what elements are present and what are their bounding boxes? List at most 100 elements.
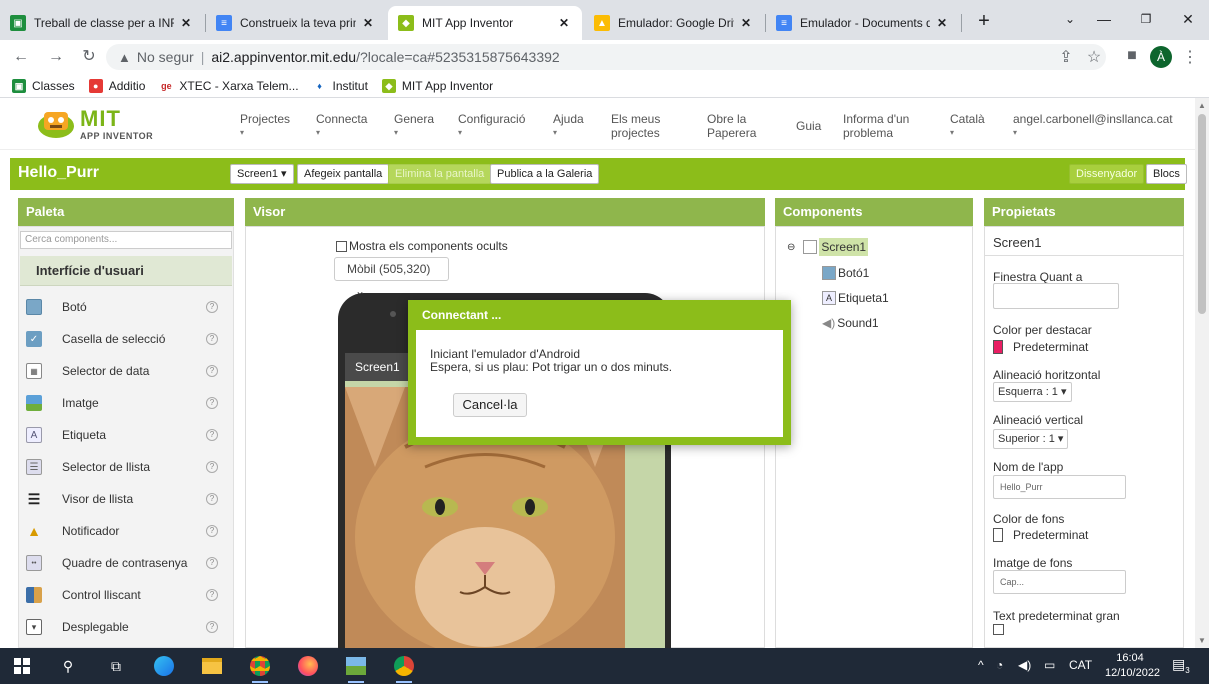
minimize-icon[interactable]: — [1084, 6, 1124, 32]
close-window-icon[interactable]: ✕ [1168, 6, 1208, 32]
profile-avatar[interactable]: À [1150, 46, 1172, 68]
menu-catala[interactable]: Català ▾ [950, 112, 985, 140]
designer-button[interactable]: Dissenyador [1069, 164, 1145, 184]
palette-category-user-interface[interactable]: Interfície d'usuari [20, 256, 232, 286]
clock[interactable]: 16:04 12/10/2022 [1105, 651, 1160, 681]
warning-icon[interactable]: ▲ [118, 50, 131, 65]
file-explorer-icon[interactable] [200, 654, 224, 678]
help-icon[interactable]: ? [206, 621, 218, 633]
publish-gallery-button[interactable]: Publica a la Galeria [490, 164, 600, 184]
background-image-picker[interactable]: Cap... [993, 570, 1126, 594]
palette-item-spinner[interactable]: ▾ Desplegable ? [20, 611, 232, 643]
palette-item-notifier[interactable]: ▲ Notificador ? [20, 515, 232, 547]
menu-user-account[interactable]: angel.carbonell@insllanca.cat ▾ [1013, 112, 1173, 140]
align-horizontal-dropdown[interactable]: Esquerra : 1 ▾ [993, 382, 1072, 402]
help-icon[interactable]: ? [206, 461, 218, 473]
menu-genera[interactable]: Genera ▾ [394, 112, 434, 140]
menu-projectes[interactable]: Projectes ▾ [240, 112, 290, 140]
browser-tab-drive[interactable]: ▲ Emulador: Google Drive ✕ [584, 6, 764, 40]
page-scrollbar[interactable]: ▲ ▼ [1195, 98, 1209, 648]
input-language[interactable]: CAT [1069, 658, 1092, 672]
background-color-picker[interactable]: Predeterminat [993, 528, 1088, 542]
forward-icon[interactable]: → [45, 46, 67, 68]
add-screen-button[interactable]: Afegeix pantalla [297, 164, 390, 184]
device-size-select[interactable]: Mòbil (505,320) ⌄ [334, 257, 449, 298]
kebab-menu-icon[interactable]: ⋮ [1180, 47, 1200, 67]
scroll-thumb[interactable] [1198, 114, 1206, 314]
url-path[interactable]: /?locale=ca#5235315875643392 [356, 49, 560, 65]
palette-item-button[interactable]: Botó ? [20, 291, 232, 323]
help-icon[interactable]: ? [206, 301, 218, 313]
close-tab-icon[interactable]: ✕ [556, 16, 572, 30]
tray-chevron-icon[interactable]: ^ [978, 658, 984, 672]
scroll-up-icon[interactable]: ▲ [1198, 101, 1206, 110]
side-panel-icon[interactable]: ■ [1122, 47, 1142, 65]
bookmark-xtec[interactable]: ge XTEC - Xarxa Telem... [159, 78, 299, 93]
about-screen-textarea[interactable] [993, 283, 1119, 309]
scroll-down-icon[interactable]: ▼ [1198, 636, 1206, 645]
share-icon[interactable]: ⇪ [1056, 47, 1076, 67]
help-icon[interactable]: ? [206, 365, 218, 377]
help-icon[interactable]: ? [206, 493, 218, 505]
notifications-icon[interactable]: ▤3 [1172, 656, 1190, 675]
menu-connecta[interactable]: Connecta ▾ [316, 112, 367, 140]
bookmark-additio[interactable]: ● Additio [88, 78, 145, 93]
help-icon[interactable]: ? [206, 429, 218, 441]
menu-configuracio[interactable]: Configuració ▾ [458, 112, 525, 140]
bookmark-classes[interactable]: ▣ Classes [12, 78, 75, 93]
omnibox[interactable]: ▲ No segur | ai2.appinventor.mit.edu /?l… [106, 44, 1106, 70]
mit-logo[interactable]: MIT APP INVENTOR [36, 106, 176, 144]
checkbox-square[interactable] [336, 240, 347, 252]
chrome-icon[interactable] [248, 654, 272, 683]
tree-node-screen1[interactable]: ⊖ Screen1 [787, 238, 869, 256]
new-tab-button[interactable]: + [970, 8, 998, 36]
help-icon[interactable]: ? [206, 557, 218, 569]
palette-item-checkbox[interactable]: ✓ Casella de selecció ? [20, 323, 232, 355]
bookmark-institut[interactable]: ♦ Institut [312, 78, 368, 93]
blocks-button[interactable]: Blocs [1146, 164, 1187, 184]
align-vertical-dropdown[interactable]: Superior : 1 ▾ [993, 429, 1069, 449]
browser-tab-construeix[interactable]: ≡ Construeix la teva primera ✕ [206, 6, 386, 40]
menu-ajuda[interactable]: Ajuda ▾ [553, 112, 584, 140]
palette-item-slider[interactable]: Control lliscant ? [20, 579, 232, 611]
close-tab-icon[interactable]: ✕ [360, 16, 376, 30]
checkbox-square[interactable] [993, 624, 1004, 635]
browser-tab-documents[interactable]: ≡ Emulador - Documents de ✕ [766, 6, 960, 40]
chrome-profile-icon[interactable] [392, 654, 416, 683]
show-hidden-checkbox[interactable]: Mostra els components ocults [336, 239, 508, 253]
palette-item-list-picker[interactable]: ☰ Selector de llista ? [20, 451, 232, 483]
close-tab-icon[interactable]: ✕ [934, 16, 950, 30]
palette-item-date-picker[interactable]: ▦ Selector de data ? [20, 355, 232, 387]
help-icon[interactable]: ? [206, 397, 218, 409]
volume-icon[interactable]: ◀) [1018, 658, 1031, 672]
accent-color-picker[interactable]: Predeterminat [993, 340, 1088, 354]
url-host[interactable]: ai2.appinventor.mit.edu [211, 49, 356, 65]
menu-guia[interactable]: Guia [796, 119, 821, 133]
menu-els-meus-projectes[interactable]: Els meus projectes [611, 112, 671, 140]
reload-icon[interactable]: ↻ [78, 46, 100, 68]
help-icon[interactable]: ? [206, 525, 218, 537]
app-name-input[interactable]: Hello_Purr [993, 475, 1126, 499]
menu-obre-paperera[interactable]: Obre la Paperera [707, 112, 763, 140]
help-icon[interactable]: ? [206, 589, 218, 601]
network-icon[interactable]: ◔ [996, 658, 1003, 672]
tree-node-label1[interactable]: A Etiqueta1 [822, 291, 889, 305]
bookmark-star-icon[interactable]: ☆ [1084, 47, 1104, 67]
palette-search-input[interactable]: Cerca components... [20, 231, 232, 249]
battery-icon[interactable]: ▭ [1044, 658, 1055, 672]
restore-icon[interactable]: ❐ [1126, 6, 1166, 32]
browser-tab-classwork[interactable]: ▣ Treball de classe per a INF ✕ [0, 6, 204, 40]
firefox-icon[interactable] [296, 654, 320, 678]
emulator-icon[interactable] [344, 654, 368, 683]
remove-screen-button[interactable]: Elimina la pantalla [388, 164, 492, 184]
edge-icon[interactable] [152, 654, 176, 678]
search-icon[interactable]: ⚲ [56, 654, 80, 678]
palette-item-image[interactable]: Imatge ? [20, 387, 232, 419]
big-default-text-checkbox[interactable] [993, 624, 1004, 635]
palette-item-list-view[interactable]: ☰ Visor de llista ? [20, 483, 232, 515]
tree-node-button1[interactable]: Botó1 [822, 266, 869, 280]
security-label[interactable]: No segur [137, 49, 194, 65]
menu-informa-problema[interactable]: Informa d'un problema [843, 112, 917, 140]
help-icon[interactable]: ? [206, 333, 218, 345]
close-tab-icon[interactable]: ✕ [178, 16, 194, 30]
